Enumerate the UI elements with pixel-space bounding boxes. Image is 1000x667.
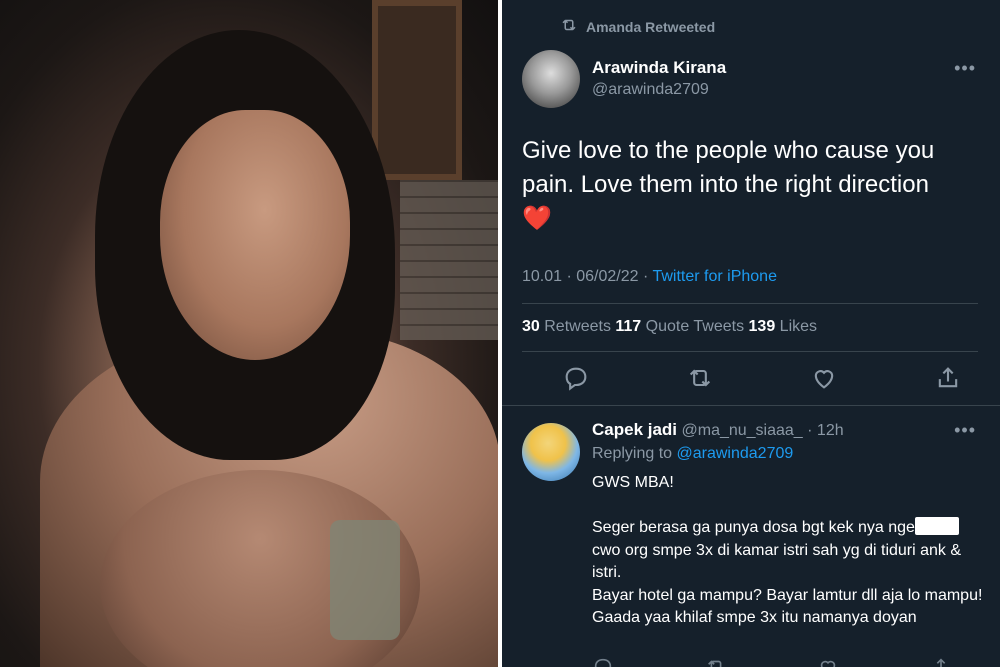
tweet-panel: Amanda Retweeted Arawinda Kirana @arawin… [502, 0, 1000, 667]
photo-face [160, 110, 350, 360]
divider [522, 351, 978, 352]
profile-photo [0, 0, 498, 667]
retweet-banner-text: Amanda Retweeted [586, 18, 716, 35]
censor-box [914, 517, 959, 535]
share-icon[interactable] [934, 364, 962, 397]
reply-icon[interactable] [562, 364, 590, 397]
divider [522, 303, 978, 304]
replying-to: Replying to @arawinda2709 [592, 445, 794, 462]
reply-avatar[interactable] [522, 423, 580, 481]
more-icon[interactable]: ••• [954, 58, 976, 79]
tweet-body: Give love to the people who cause you pa… [522, 137, 935, 198]
reply-header: Capek jadi @ma_nu_siaaa_ · 12h [592, 420, 844, 440]
reply-author-name[interactable]: Capek jadi [592, 420, 677, 439]
background-window [372, 0, 462, 180]
background-tiles [400, 180, 498, 340]
reply-text: GWS MBA! Seger berasa ga punya dosa bgt … [592, 472, 987, 630]
replying-handle[interactable]: @arawinda2709 [677, 445, 794, 462]
author-avatar[interactable] [522, 50, 580, 108]
retweet-icon[interactable] [705, 656, 727, 667]
tweet-text: Give love to the people who cause you pa… [522, 134, 982, 236]
retweet-icon [560, 16, 578, 37]
tweet-source[interactable]: Twitter for iPhone [652, 268, 777, 285]
retweet-icon[interactable] [686, 364, 714, 397]
divider [502, 405, 1000, 406]
like-icon[interactable] [810, 364, 838, 397]
reply-line-2a: Seger berasa ga punya dosa bgt kek nya n… [592, 519, 915, 536]
tweet-timestamp[interactable]: 10.01 · 06/02/22 · [522, 268, 652, 285]
photo-cloth [330, 520, 400, 640]
share-icon[interactable] [930, 656, 952, 667]
like-icon[interactable] [817, 656, 839, 667]
reply-line-3: Bayar hotel ga mampu? Bayar lamtur dll a… [592, 586, 983, 627]
tweet-actions [562, 364, 962, 397]
reply-line-1: GWS MBA! [592, 474, 674, 491]
heart-emoji: ❤️ [522, 205, 552, 232]
author-handle[interactable]: @arawinda2709 [592, 81, 709, 99]
quotes-stat[interactable]: 117 Quote Tweets [615, 318, 748, 335]
more-icon[interactable]: ••• [954, 420, 976, 441]
reply-icon[interactable] [592, 656, 614, 667]
retweets-stat[interactable]: 30 Retweets [522, 318, 615, 335]
reply-handle-time[interactable]: @ma_nu_siaaa_ · 12h [677, 422, 843, 439]
likes-stat[interactable]: 139 Likes [749, 318, 818, 335]
reply-actions [592, 656, 952, 667]
tweet-meta: 10.01 · 06/02/22 · Twitter for iPhone [522, 268, 777, 286]
author-name[interactable]: Arawinda Kirana [592, 58, 726, 78]
tweet-stats: 30 Retweets 117 Quote Tweets 139 Likes [522, 318, 817, 336]
retweet-banner: Amanda Retweeted [560, 16, 715, 37]
reply-line-2b: cwo org smpe 3x di kamar istri sah yg di… [592, 541, 962, 581]
